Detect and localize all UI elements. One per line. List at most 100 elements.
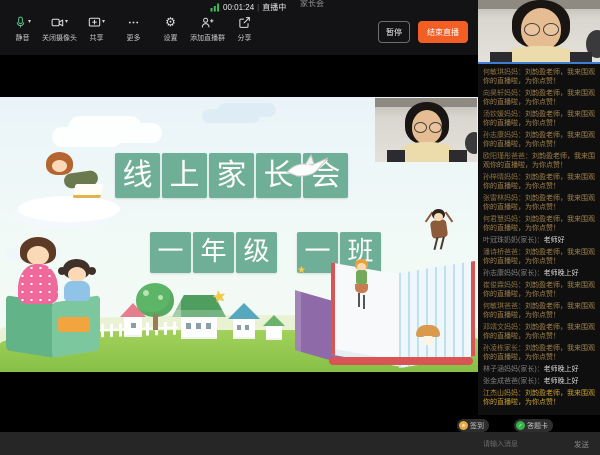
chat-message-text: 老师晚上好 bbox=[544, 378, 579, 385]
toolbar-item-share-screen[interactable]: ▾ 共享 bbox=[78, 16, 115, 43]
answer-card-label: 答题卡 bbox=[527, 421, 548, 431]
send-button[interactable]: 发送 bbox=[574, 439, 589, 450]
toolbar-item-label: 设置 bbox=[164, 33, 178, 43]
chevron-down-icon: ▾ bbox=[28, 16, 31, 28]
toolbar-item-add-live-group[interactable]: 添加直播群 bbox=[189, 16, 226, 43]
teacher-camera-feed[interactable] bbox=[478, 0, 600, 62]
chat-message: 孙志康妈妈：刘韵盈老师，我来围观你的直播啦，为你点赞！ bbox=[483, 131, 597, 149]
toolbar-item-label: 更多 bbox=[127, 33, 141, 43]
main-video-area: 线上家长会 一年级 一班 bbox=[0, 55, 478, 432]
toolbar-item-label: 添加直播群 bbox=[190, 33, 225, 43]
toolbar-item-mute[interactable]: ▾ 静音 bbox=[4, 16, 41, 43]
top-toolbar: 00:01:24 | 直播中 家长会 ▾ 静音 ▾ 关闭摄像头 ▾ 共享 更多 ⚙ 设置 添加直播… bbox=[0, 0, 478, 55]
toolbar-items: ▾ 静音 ▾ 关闭摄像头 ▾ 共享 更多 ⚙ 设置 添加直播群分享 bbox=[4, 16, 263, 43]
signin-badge-icon: ★ bbox=[459, 421, 468, 430]
character-tile: 一 bbox=[150, 232, 191, 273]
chat-sender-name: 何敏琪爸爸： bbox=[483, 303, 525, 310]
chat-message: 汤钦媛妈妈：刘韵盈老师，我来围观你的直播啦，为你点赞！ bbox=[483, 110, 597, 128]
chat-message: 向昊轩妈妈：刘韵盈老师，我来围观你的直播啦，为你点赞！ bbox=[483, 89, 597, 107]
chat-sender-name: 何君慧妈妈： bbox=[483, 216, 525, 223]
toolbar-item-more[interactable]: 更多 bbox=[115, 16, 152, 43]
chat-message: 叶冠珠奶奶(家长)：老师好 bbox=[483, 236, 597, 245]
character-tile: 年 bbox=[193, 232, 234, 273]
window-title: 家长会 bbox=[300, 0, 324, 9]
toolbar-item-label: 关闭摄像头 bbox=[42, 33, 77, 43]
answer-card-button[interactable]: ✓ 答题卡 bbox=[514, 419, 553, 432]
chat-sender-name: 向昊轩妈妈： bbox=[483, 90, 525, 97]
chat-message: 孙志康妈妈(家长)：老师晚上好 bbox=[483, 269, 597, 278]
chat-message-text: 老师晚上好 bbox=[544, 366, 579, 373]
house-illustration bbox=[228, 303, 260, 341]
live-status-bar: 00:01:24 | 直播中 bbox=[210, 1, 286, 13]
climbing-girl-illustration bbox=[352, 259, 372, 319]
toolbar-item-label: 静音 bbox=[16, 33, 30, 43]
status-separator: | bbox=[257, 3, 259, 12]
chat-sender-name: 汤钦媛妈妈： bbox=[483, 111, 525, 118]
share-icon bbox=[238, 16, 251, 30]
chat-sender-name: 崔俊霖妈妈： bbox=[483, 282, 525, 289]
chat-sender-name: 孙梓晴妈妈： bbox=[483, 174, 525, 181]
open-book-illustration bbox=[295, 247, 478, 372]
character-tile: 上 bbox=[162, 153, 207, 198]
chat-message: 欧阳瑾彤爸爸：刘韵盈老师，我来围观你的直播啦，为你点赞！ bbox=[483, 152, 597, 170]
teacher-camera-overlay[interactable] bbox=[375, 98, 477, 162]
mushroom-house-illustration bbox=[416, 325, 440, 345]
chat-message: 崔俊霖妈妈：刘韵盈老师，我来围观你的直播啦，为你点赞！ bbox=[483, 281, 597, 299]
toolbar-item-camera-off[interactable]: ▾ 关闭摄像头 bbox=[41, 16, 78, 43]
screen-share-icon: ▾ bbox=[88, 16, 105, 30]
chat-message: 何敏琪妈妈：刘韵盈老师，我来围观你的直播啦，为你点赞！ bbox=[483, 68, 597, 86]
bird-illustration bbox=[283, 153, 333, 181]
girl-reading-illustration bbox=[18, 152, 130, 224]
add-group-icon bbox=[201, 16, 214, 30]
settings-icon: ⚙ bbox=[165, 16, 176, 30]
chat-sender-name: 孙志康妈妈： bbox=[483, 132, 525, 139]
toolbar-item-settings[interactable]: ⚙ 设置 bbox=[152, 16, 189, 43]
message-input[interactable] bbox=[481, 436, 573, 453]
chat-sender-name: 潘诗桥爸爸： bbox=[483, 249, 525, 256]
slide-grade-tiles: 一年级 bbox=[150, 232, 277, 273]
signal-icon bbox=[210, 2, 220, 12]
chat-message-list: 何敏琪妈妈：刘韵盈老师，我来围观你的直播啦，为你点赞！ 向昊轩妈妈：刘韵盈老师，我… bbox=[478, 64, 600, 415]
live-label: 直播中 bbox=[262, 2, 286, 13]
chevron-down-icon: ▾ bbox=[102, 16, 105, 28]
chat-sender-name: 欧阳瑾彤爸爸： bbox=[483, 153, 532, 160]
chat-sender-name: 张雷林妈妈： bbox=[483, 195, 525, 202]
chat-message: 潘诗桥爸爸：刘韵盈老师，我来围观你的直播啦，为你点赞！ bbox=[483, 248, 597, 266]
answer-card-icon: ✓ bbox=[516, 421, 525, 430]
chat-sender-name: 叶冠珠奶奶(家长)： bbox=[483, 237, 544, 244]
more-icon bbox=[127, 16, 140, 30]
chat-message-text: 老师好 bbox=[544, 237, 565, 244]
cloud-illustration bbox=[52, 127, 122, 147]
chevron-down-icon: ▾ bbox=[65, 16, 68, 28]
star-illustration: ★ bbox=[210, 286, 228, 309]
house-illustration bbox=[120, 303, 146, 339]
character-tile: 家 bbox=[209, 153, 254, 198]
elapsed-time: 00:01:24 bbox=[223, 3, 254, 12]
chat-sender-name: 孙志康妈妈(家长)： bbox=[483, 270, 544, 277]
chat-message: 张雷林妈妈：刘韵盈老师，我来围观你的直播啦，为你点赞！ bbox=[483, 194, 597, 212]
chat-sender-name: 孙凌栋家长： bbox=[483, 345, 525, 352]
chat-message: 邓靖文妈妈：刘韵盈老师，我来围观你的直播啦，为你点赞！ bbox=[483, 323, 597, 341]
live-class-app: 00:01:24 | 直播中 家长会 ▾ 静音 ▾ 关闭摄像头 ▾ 共享 更多 ⚙ 设置 添加直播… bbox=[0, 0, 600, 455]
chat-message-text: 老师晚上好 bbox=[544, 270, 579, 277]
toolbar-item-share[interactable]: 分享 bbox=[226, 16, 263, 43]
sign-in-button[interactable]: ★ 签到 bbox=[457, 419, 489, 432]
message-input-bar: 发送 bbox=[0, 432, 600, 455]
chat-sender-name: 林子涵妈妈(家长)： bbox=[483, 366, 544, 373]
jumping-boy-illustration bbox=[424, 207, 454, 257]
chat-message: 林子涵妈妈(家长)：老师晚上好 bbox=[483, 365, 597, 374]
sign-in-label: 签到 bbox=[470, 421, 484, 431]
house-illustration bbox=[263, 315, 285, 341]
end-live-button[interactable]: 结束直播 bbox=[418, 21, 468, 43]
microphone-icon: ▾ bbox=[14, 16, 31, 30]
character-tile: 线 bbox=[115, 153, 160, 198]
chat-sender-name: 江杰山妈妈： bbox=[483, 390, 525, 397]
chat-message: 孙梓晴妈妈：刘韵盈老师，我来围观你的直播啦，为你点赞！ bbox=[483, 173, 597, 191]
chat-message: 孙凌栋家长：刘韵盈老师，我来围观你的直播啦，为你点赞！ bbox=[483, 344, 597, 362]
chat-sender-name: 张金成爸爸(家长)： bbox=[483, 378, 544, 385]
chat-sender-name: 邓靖文妈妈： bbox=[483, 324, 525, 331]
pause-button[interactable]: 暂停 bbox=[378, 21, 410, 43]
toolbar-item-label: 共享 bbox=[90, 33, 104, 43]
camera-icon: ▾ bbox=[51, 16, 68, 30]
chat-message: 江杰山妈妈：刘韵盈老师，我来围观你的直播啦，为你点赞！ bbox=[483, 389, 597, 407]
